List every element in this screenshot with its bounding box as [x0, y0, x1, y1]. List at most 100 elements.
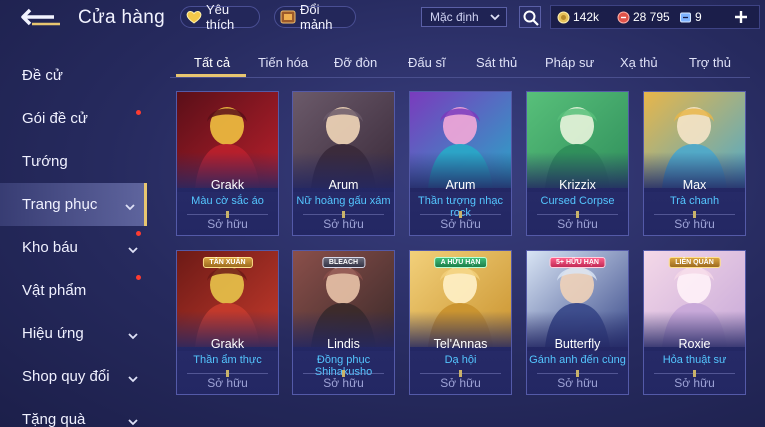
chevron-down-icon — [127, 242, 139, 254]
owned-status: Sở hữu — [323, 217, 364, 231]
sidebar-item-items[interactable]: Vật phẩm — [0, 269, 147, 312]
skin-card[interactable]: 5+ HỮU HẠN Butterfly Gánh anh đến cùng S… — [526, 250, 629, 395]
sidebar-item-exchange-shop[interactable]: Shop quy đổi — [0, 355, 147, 398]
chevron-down-icon — [127, 328, 139, 340]
sidebar-item-label: Đề cử — [22, 67, 63, 84]
chevron-down-icon — [127, 414, 139, 426]
search-button[interactable] — [519, 6, 541, 28]
hero-name: Roxie — [678, 337, 711, 351]
skin-card[interactable]: Krizzix Cursed Corpse Sở hữu — [526, 91, 629, 236]
sidebar-item-label: Shop quy đổi — [22, 368, 110, 385]
owned-status: Sở hữu — [440, 217, 481, 231]
page-title: Cửa hàng — [78, 7, 165, 28]
hero-name: Grakk — [210, 337, 245, 351]
skin-card[interactable]: TÂN XUÂN Grakk Thần ẩm thực Sở hữu — [176, 250, 279, 395]
hero-name: Lindis — [327, 337, 360, 351]
sidebar-item-label: Trang phục — [22, 196, 98, 213]
skin-badge: 5+ HỮU HẠN — [549, 257, 606, 268]
sidebar-item-label: Kho báu — [22, 239, 78, 256]
tab-tank[interactable]: Đỡ đòn — [334, 55, 377, 70]
hero-name: Arum — [445, 178, 476, 192]
sidebar-item-skins[interactable]: Trang phục — [0, 183, 147, 226]
skin-name: Cursed Corpse — [540, 195, 615, 207]
sidebar-item-label: Tướng — [22, 153, 68, 170]
notification-dot — [136, 110, 141, 115]
hero-name: Krizzix — [559, 178, 596, 192]
skin-name: Nữ hoàng gấu xám — [296, 195, 391, 207]
notification-dot — [136, 231, 141, 236]
skin-badge: LIÊN QUÂN — [668, 257, 721, 268]
chevron-down-icon — [127, 371, 139, 383]
ticket-icon — [679, 11, 692, 24]
notification-dot — [136, 275, 141, 280]
currency-bar: 142k 28 795 9 — [550, 5, 760, 29]
owned-status: Sở hữu — [207, 376, 248, 390]
add-currency-button[interactable] — [733, 9, 749, 25]
chevron-down-icon — [489, 11, 501, 23]
skin-card[interactable]: Grakk Màu cờ sắc áo Sở hữu — [176, 91, 279, 236]
sidebar-item-label: Vật phẩm — [22, 282, 87, 299]
sort-value: Mặc định — [430, 10, 479, 24]
skin-name: Thần ẩm thực — [193, 354, 262, 366]
heart-icon — [185, 8, 203, 26]
fragment-chest-icon — [279, 8, 297, 26]
owned-status: Sở hữu — [557, 217, 598, 231]
favorites-button[interactable]: Yêu thích — [180, 2, 260, 32]
skin-name: Gánh anh đến cùng — [529, 354, 626, 366]
sidebar-item-treasure[interactable]: Kho báu — [0, 226, 147, 269]
favorites-label: Yêu thích — [206, 2, 235, 32]
sidebar-item-gifts[interactable]: Tặng quà — [0, 398, 147, 427]
skin-badge: BLEACH — [321, 257, 366, 268]
search-icon — [523, 10, 539, 26]
sidebar-item-heroes[interactable]: Tướng — [0, 140, 147, 183]
skin-badge: TÂN XUÂN — [202, 257, 253, 268]
sort-select[interactable]: Mặc định — [421, 7, 507, 27]
hero-name: Butterfly — [554, 337, 601, 351]
hero-name: Tel'Annas — [433, 337, 488, 351]
tab-fighter[interactable]: Đấu sĩ — [408, 55, 446, 70]
owned-status: Sở hữu — [674, 376, 715, 390]
ticket-balance: 9 — [679, 10, 702, 24]
sidebar-item-featured[interactable]: Đề cử — [0, 54, 147, 97]
tab-assassin[interactable]: Sát thủ — [476, 55, 517, 70]
owned-status: Sở hữu — [207, 217, 248, 231]
voucher-icon — [617, 11, 630, 24]
sidebar-item-label: Gói đề cử — [22, 110, 88, 127]
owned-status: Sở hữu — [557, 376, 598, 390]
hero-name: Arum — [328, 178, 359, 192]
voucher-balance: 28 795 — [617, 10, 670, 24]
skin-name: Hỏa thuật sư — [662, 354, 727, 366]
skin-card[interactable]: A HỮU HẠN Tel'Annas Dạ hội Sở hữu — [409, 250, 512, 395]
coin-icon — [557, 11, 570, 24]
skin-name: Trà chanh — [669, 195, 720, 207]
back-button[interactable] — [20, 6, 64, 28]
exchange-label: Đổi mảnh — [300, 2, 333, 32]
hero-name: Grakk — [210, 178, 245, 192]
tab-marksman[interactable]: Xạ thủ — [620, 55, 658, 70]
active-tab-indicator — [176, 74, 246, 77]
owned-status: Sở hữu — [440, 376, 481, 390]
sidebar-item-label: Hiệu ứng — [22, 325, 84, 342]
sidebar: Đề cử Gói đề cử Tướng Trang phục Kho báu… — [0, 44, 150, 427]
skin-card[interactable]: LIÊN QUÂN Roxie Hỏa thuật sư Sở hữu — [643, 250, 746, 395]
top-bar: Cửa hàng Yêu thích Đổi mảnh Mặc định 142… — [0, 0, 765, 34]
skin-card[interactable]: BLEACH Lindis Đồng phục Shihakusho Sở hữ… — [292, 250, 395, 395]
skin-card[interactable]: Arum Thần tượng nhạc rock Sở hữu — [409, 91, 512, 236]
skin-name: Dạ hội — [444, 354, 477, 366]
skin-card[interactable]: Max Trà chanh Sở hữu — [643, 91, 746, 236]
tab-evolution[interactable]: Tiến hóa — [258, 55, 308, 70]
plus-icon — [735, 11, 747, 23]
back-arrow-icon — [21, 8, 60, 26]
owned-status: Sở hữu — [323, 376, 364, 390]
category-tabs: Tất cả Tiến hóa Đỡ đòn Đấu sĩ Sát thủ Ph… — [170, 48, 750, 78]
tab-all[interactable]: Tất cả — [194, 55, 230, 70]
sidebar-item-featured-packs[interactable]: Gói đề cử — [0, 97, 147, 140]
exchange-fragments-button[interactable]: Đổi mảnh — [274, 2, 356, 32]
owned-status: Sở hữu — [674, 217, 715, 231]
tab-mage[interactable]: Pháp sư — [545, 55, 594, 70]
sidebar-item-effects[interactable]: Hiệu ứng — [0, 312, 147, 355]
skin-card[interactable]: Arum Nữ hoàng gấu xám Sở hữu — [292, 91, 395, 236]
sidebar-item-label: Tặng quà — [22, 411, 86, 427]
skin-badge: A HỮU HẠN — [433, 257, 488, 268]
tab-support[interactable]: Trợ thủ — [689, 55, 731, 70]
